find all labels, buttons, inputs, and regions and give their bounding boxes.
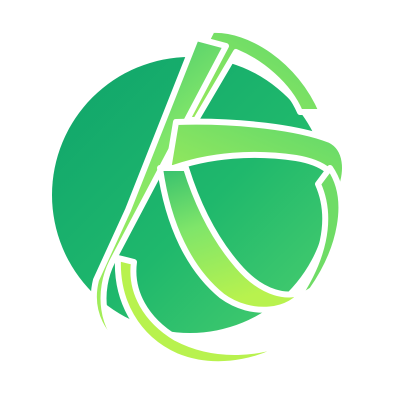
- logo-canvas: [0, 0, 400, 400]
- k-orbit-planet-logo-icon: [52, 26, 348, 368]
